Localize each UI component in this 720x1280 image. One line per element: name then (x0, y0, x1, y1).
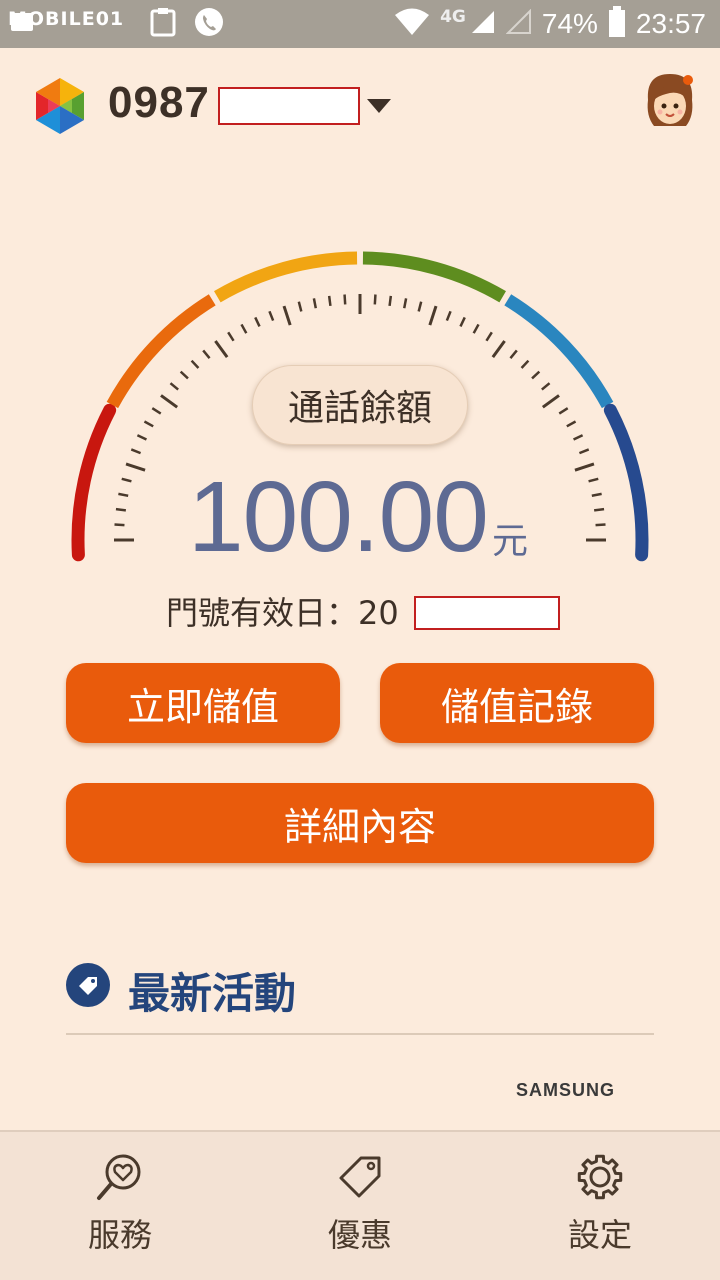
gauge-tick (125, 462, 146, 472)
battery-percent: 74% (541, 8, 598, 39)
gauge-tick (574, 462, 595, 472)
gauge-tick (214, 340, 229, 359)
signal-empty-icon (505, 8, 532, 39)
gauge-tick (595, 523, 606, 527)
gauge-tick (169, 382, 179, 391)
tag-badge-icon (66, 963, 110, 1007)
phone-number: 0987 (108, 78, 210, 127)
clock: 23:57 (635, 8, 706, 39)
gauge-tick (428, 305, 438, 326)
gauge-segment (603, 403, 649, 562)
divider (66, 1033, 654, 1035)
balance-amount: 100.00 (188, 461, 489, 573)
gauge-tick (136, 434, 147, 441)
balance-unit: 元 (492, 521, 529, 562)
gauge-tick (541, 382, 551, 391)
gauge-tick (327, 295, 332, 307)
gauge-tick (130, 448, 142, 455)
account-header: 0987 (0, 60, 720, 150)
gauge-tick (558, 407, 569, 415)
nav-label: 服務 (87, 1216, 152, 1254)
phone-call-icon (194, 7, 224, 41)
gauge-tick (531, 370, 541, 380)
gauge-tick (520, 359, 530, 369)
nav-services[interactable]: 服務 (50, 1132, 190, 1272)
gauge-tick (118, 492, 129, 498)
status-bar-left: MOBILE01 (8, 6, 224, 42)
gauge-tick (268, 310, 275, 322)
nav-settings[interactable]: 設定 (530, 1132, 670, 1272)
gauge-tick (373, 294, 377, 305)
gauge-segment (106, 294, 216, 409)
gauge-tick (343, 294, 347, 305)
gauge-tick (402, 298, 408, 309)
gauge-tick (566, 420, 577, 428)
gauge-tick (593, 507, 605, 512)
expiry-date: 門號有效日：20 (166, 594, 399, 632)
gauge-tick (115, 507, 127, 512)
gauge-tick (151, 407, 162, 415)
topup-history-button[interactable]: 儲值記錄 (380, 663, 654, 743)
bottom-navigation: 服務 優惠 設定 (0, 1130, 720, 1280)
gauge-tick (541, 394, 560, 409)
brand-logo: SAMSUNG (516, 1080, 616, 1100)
redaction-box (218, 87, 360, 125)
gauge-tick (388, 295, 393, 307)
gear-outline (577, 1154, 623, 1200)
gauge-tick (588, 477, 599, 483)
details-button[interactable]: 詳細內容 (66, 783, 654, 863)
gauge-tick (591, 492, 602, 498)
gauge-tick (578, 448, 590, 455)
gauge-tick (485, 331, 493, 342)
heart-search-icon (97, 1154, 141, 1200)
balance-label-pill: 通話餘額 (252, 365, 468, 445)
tag-icon (339, 1156, 381, 1198)
gauge-tick (297, 301, 303, 312)
network-type: 4G (440, 7, 466, 27)
gauge-tick (459, 316, 466, 327)
nav-label: 優惠 (327, 1216, 392, 1254)
gauge-segment (362, 251, 506, 303)
redaction-box (414, 596, 560, 630)
signal-icon (470, 9, 496, 39)
gauge-tick (491, 340, 506, 359)
profile-avatar-icon[interactable] (642, 70, 698, 134)
gauge-tick (509, 349, 518, 359)
gauge-tick (472, 323, 480, 334)
nav-label: 設定 (567, 1216, 632, 1254)
gauge-tick (160, 394, 179, 409)
section-title: 最新活動 (128, 969, 297, 1018)
battery-icon (608, 6, 626, 42)
gauge-tick (227, 331, 235, 342)
gear-icon (577, 1154, 623, 1200)
topup-button[interactable]: 立即儲值 (66, 663, 340, 743)
watermark: MOBILE01 (8, 8, 125, 30)
gauge-tick (240, 323, 248, 334)
gauge-segment (214, 251, 358, 303)
status-bar-right: 4G 74% 23:57 (394, 6, 706, 42)
gauge-tick (143, 420, 154, 428)
gauge-tick (417, 301, 423, 312)
nav-offers[interactable]: 優惠 (290, 1132, 430, 1272)
clipboard-icon (150, 7, 176, 41)
wifi-icon (394, 8, 430, 40)
gauge-tick (202, 349, 211, 359)
status-bar: MOBILE01 4G 74% 23:57 (0, 0, 720, 48)
gauge-tick (114, 523, 125, 527)
gauge-tick (121, 477, 132, 483)
gauge-tick (573, 434, 584, 441)
gauge-tick (445, 310, 452, 322)
gauge-segment (504, 294, 614, 409)
carrier-logo (30, 76, 90, 136)
gauge-tick (254, 316, 261, 327)
gauge-tick (282, 305, 292, 326)
gauge-tick (179, 370, 189, 380)
gauge-segment (71, 403, 117, 562)
account-dropdown-button[interactable] (364, 96, 394, 116)
gauge-tick (190, 359, 200, 369)
gauge-tick (312, 298, 318, 309)
